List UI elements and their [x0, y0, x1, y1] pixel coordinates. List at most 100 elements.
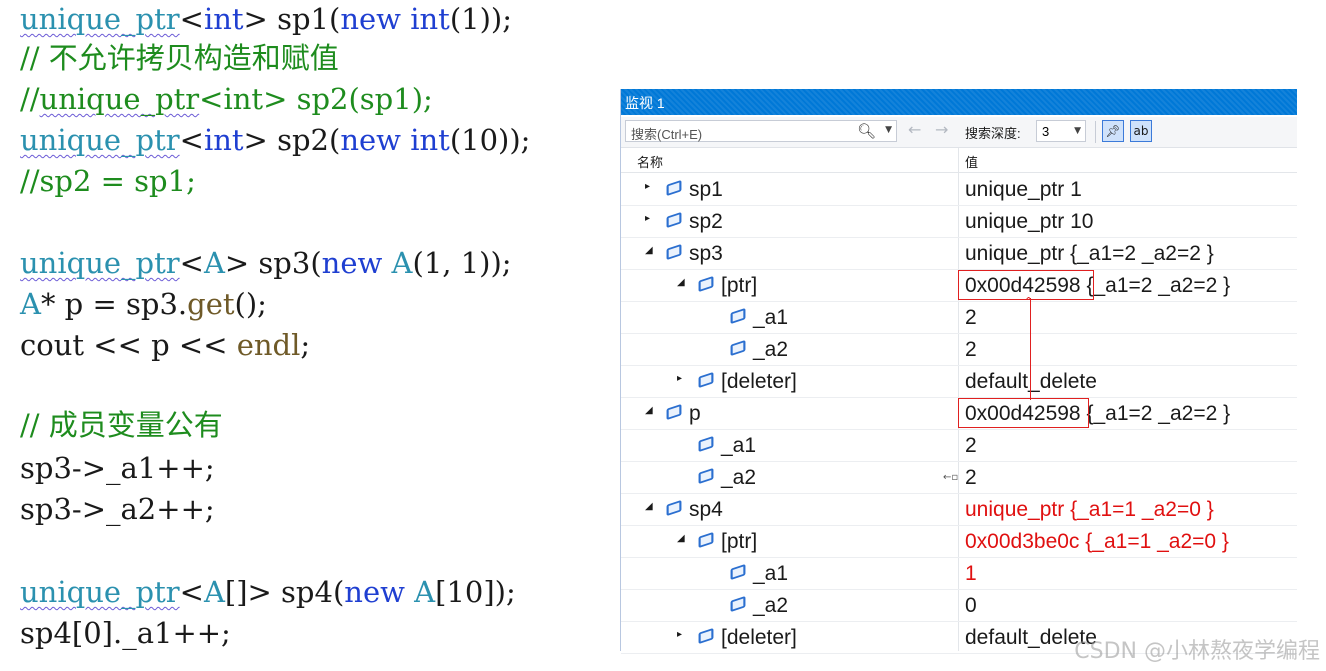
code-line[interactable]: //sp2 = sp1; [20, 162, 196, 200]
watch-row-value[interactable]: unique_ptr 1 [965, 178, 1082, 202]
watch-row-value[interactable]: 1 [965, 562, 977, 586]
code-token: cout [20, 328, 85, 362]
expand-triangle-icon[interactable]: ▸ [645, 213, 650, 224]
collapse-triangle-icon[interactable]: ◢ [645, 405, 653, 416]
code-token: sp4 [281, 575, 333, 609]
code-line[interactable]: sp4[0]._a1++; [20, 614, 231, 652]
collapse-triangle-icon[interactable]: ◢ [677, 277, 685, 288]
search-icon[interactable]: 🔍︎ [857, 122, 876, 140]
collapse-triangle-icon[interactable]: ◢ [645, 501, 653, 512]
watch-row[interactable]: ▸[deleter]default_delete [621, 365, 1297, 398]
watch-row[interactable]: _a2 0 [621, 589, 1297, 622]
expand-triangle-icon[interactable]: ▸ [645, 181, 650, 192]
code-line[interactable]: cout << p << endl; [20, 326, 310, 364]
watch-row-value[interactable]: unique_ptr {_a1=2 _a2=2 } [965, 242, 1214, 266]
watch-row[interactable]: _a1 1 [621, 557, 1297, 590]
code-token: A [203, 575, 225, 609]
code-token: int [410, 2, 450, 36]
code-token: << [169, 328, 237, 362]
watch-row[interactable]: ▸ sp1 unique_ptr 1 [621, 173, 1297, 206]
watch-row[interactable]: _a2 ←▫ 2 [621, 461, 1297, 494]
watch-row-value[interactable]: 2 [965, 466, 977, 490]
watch-row[interactable]: _a1 2 [621, 301, 1297, 334]
watch-row-name: [ptr] [721, 274, 758, 297]
code-token: * [40, 287, 65, 321]
pin-button[interactable]: 📌︎ [1102, 120, 1124, 142]
code-token: (1)); [449, 2, 512, 36]
watch-row-value[interactable]: unique_ptr 10 [965, 210, 1093, 234]
code-editor[interactable]: unique_ptr<int> sp1(new int(1));// 不允许拷贝… [0, 0, 620, 671]
search-placeholder: 搜索(Ctrl+E) [631, 127, 703, 142]
variable-icon [666, 211, 682, 229]
code-line[interactable]: //unique_ptr<int> sp2(sp1); [20, 80, 433, 118]
code-line[interactable]: // 不允许拷贝构造和赋值 [20, 39, 339, 77]
code-line[interactable]: unique_ptr<int> sp1(new int(1)); [20, 0, 512, 38]
variable-icon [698, 275, 714, 293]
watch-row[interactable]: ▸ sp2 unique_ptr 10 [621, 205, 1297, 238]
variable-icon [666, 499, 682, 517]
pin-icon[interactable]: ←▫ [943, 472, 958, 483]
forward-arrow-icon[interactable]: → [935, 120, 948, 139]
code-token: // 不允许拷贝构造和赋值 [20, 41, 339, 75]
watch-title: 监视 1 [625, 95, 665, 111]
code-token: = [83, 287, 126, 321]
watch-row-name: p [689, 402, 701, 425]
column-header-name[interactable]: 名称 [637, 152, 663, 171]
watch-row[interactable]: _a1 2 [621, 429, 1297, 462]
variable-icon [698, 371, 714, 389]
column-header-value[interactable]: 值 [965, 152, 978, 171]
search-depth-value: 3 [1042, 124, 1050, 139]
watch-row[interactable]: _a2 2 [621, 333, 1297, 366]
variable-icon [730, 563, 746, 581]
watch-row[interactable]: ◢ [ptr] 0x00d3be0c {_a1=1 _a2=0 } [621, 525, 1297, 558]
code-token: _a1 [122, 616, 173, 650]
code-line[interactable]: unique_ptr<A[]> sp4(new A[10]); [20, 573, 516, 611]
watch-row-name: _a2 [721, 466, 757, 489]
code-token: new [321, 246, 383, 280]
code-token: int [203, 2, 244, 36]
back-arrow-icon[interactable]: ← [908, 120, 921, 139]
watch-titlebar[interactable]: 监视 1 [621, 89, 1297, 115]
watch-row-value[interactable]: 2 [965, 306, 977, 330]
ab-icon: ab [1133, 124, 1149, 138]
watch-row[interactable]: ◢ sp3 unique_ptr {_a1=2 _a2=2 } [621, 237, 1297, 270]
code-token: > [243, 123, 278, 157]
variable-icon [730, 307, 746, 325]
code-line[interactable]: sp3->_a1++; [20, 449, 215, 487]
code-token: > [224, 246, 259, 280]
variable-icon [666, 243, 682, 261]
watch-row-value[interactable]: 2 [965, 338, 977, 362]
code-token: unique_ptr [20, 575, 180, 609]
code-token: (10)); [449, 123, 531, 157]
watch-window: 监视 1 搜索(Ctrl+E) 🔍︎ ▼ ← → 搜索深度: 3 ▼ 📌︎ ab… [620, 89, 1297, 654]
watch-row-name: sp1 [689, 178, 723, 201]
variable-icon [666, 403, 682, 421]
watch-row[interactable]: ◢ sp4 unique_ptr {_a1=1 _a2=0 } [621, 493, 1297, 526]
chevron-down-icon[interactable]: ▼ [885, 125, 892, 135]
code-token: <int> sp2(sp1); [199, 82, 433, 116]
watch-row-value[interactable]: 0 [965, 594, 977, 618]
code-token: _a1 [106, 451, 157, 485]
search-depth-select[interactable]: 3 ▼ [1036, 120, 1086, 142]
code-token: int [410, 123, 450, 157]
toolbar-divider [1095, 121, 1096, 143]
code-line[interactable]: // 成员变量公有 [20, 406, 223, 444]
search-input[interactable]: 搜索(Ctrl+E) 🔍︎ ▼ [625, 120, 897, 142]
code-line[interactable]: unique_ptr<int> sp2(new int(10)); [20, 121, 530, 159]
watch-row-value[interactable]: unique_ptr {_a1=1 _a2=0 } [965, 498, 1214, 522]
collapse-triangle-icon[interactable]: ◢ [645, 245, 653, 256]
code-token: endl [236, 328, 301, 362]
expand-triangle-icon[interactable]: ▸ [677, 629, 682, 640]
collapse-triangle-icon[interactable]: ◢ [677, 533, 685, 544]
code-line[interactable]: sp3->_a2++; [20, 490, 215, 528]
watch-row-value[interactable]: 0x00d3be0c {_a1=1 _a2=0 } [965, 530, 1229, 554]
annotation-line [1030, 298, 1031, 400]
watch-row-value[interactable]: 2 [965, 434, 977, 458]
expand-triangle-icon[interactable]: ▸ [677, 373, 682, 384]
code-line[interactable]: unique_ptr<A> sp3(new A(1, 1)); [20, 244, 512, 282]
watch-header: 名称 值 [621, 148, 1297, 173]
view-format-button[interactable]: ab [1130, 120, 1152, 142]
code-token: [0]. [71, 616, 123, 650]
code-token: -> [71, 451, 107, 485]
code-line[interactable]: A* p = sp3.get(); [20, 285, 267, 323]
